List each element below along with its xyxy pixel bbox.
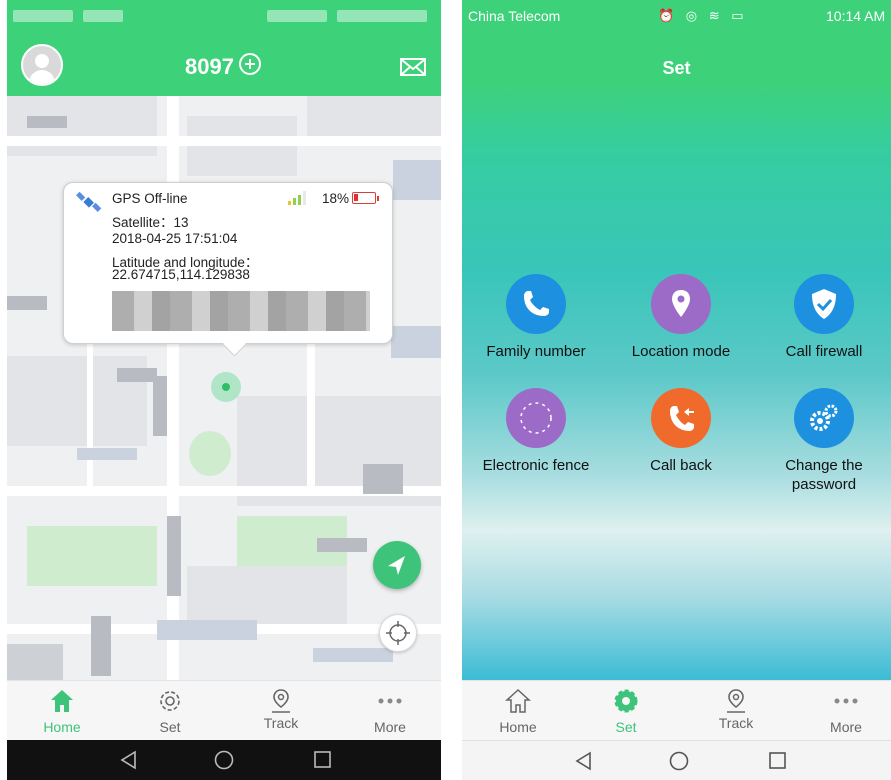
menu-call-firewall[interactable]: Call firewall (754, 274, 891, 394)
gear-icon (612, 687, 640, 715)
tab-home[interactable]: Home (468, 681, 568, 741)
track-pin-icon (267, 687, 295, 715)
home-screen: 8097 GPS Off-line 18% Satellite：13 2018-… (7, 0, 441, 780)
tab-more[interactable]: More (796, 681, 891, 741)
fence-circle-icon (506, 388, 566, 448)
tab-track[interactable]: Track (231, 681, 331, 741)
map-view[interactable]: GPS Off-line 18% Satellite：13 2018-04-25… (7, 96, 441, 680)
carrier-name: China Telecom (468, 8, 561, 24)
menu-call-back[interactable]: Call back (611, 388, 751, 508)
page-title: Set (662, 58, 691, 78)
clock: 10:14 AM (826, 8, 886, 24)
avatar[interactable] (21, 44, 63, 86)
add-device-icon[interactable] (239, 53, 261, 75)
system-nav-bar (7, 740, 441, 780)
status-bar (7, 0, 441, 34)
recents-icon[interactable] (768, 751, 788, 771)
back-icon[interactable] (119, 750, 139, 770)
back-icon[interactable] (574, 751, 594, 771)
navigation-arrow-icon (388, 556, 405, 575)
battery-icon (352, 192, 379, 204)
mail-icon[interactable] (400, 58, 426, 76)
bottom-tab-bar: Home Set Track More (7, 680, 441, 740)
latlng-value: 22.674715,114.129838 (112, 267, 250, 282)
home-circle-icon[interactable] (668, 750, 690, 772)
satellite-count: Satellite：13 (112, 215, 189, 230)
address-redacted (112, 291, 370, 331)
gear-icon (156, 687, 184, 715)
shield-check-icon (794, 274, 854, 334)
menu-location-mode[interactable]: Location mode (611, 274, 751, 394)
tab-set[interactable]: Set (120, 681, 220, 741)
settings-screen: China Telecom ⏰ ◎ ≋ ▭ 10:14 AM Set Famil… (462, 0, 891, 780)
home-icon (504, 687, 532, 715)
home-icon (48, 687, 76, 715)
location-pin-icon (651, 274, 711, 334)
navigate-button[interactable] (373, 541, 421, 589)
tab-home[interactable]: Home (12, 681, 112, 741)
more-dots-icon (832, 687, 860, 715)
menu-family-number[interactable]: Family number (466, 274, 606, 394)
last-update-time: 2018-04-25 17:51:04 (112, 231, 238, 246)
device-location-marker[interactable] (211, 372, 241, 402)
top-bar: 8097 (7, 34, 441, 96)
recents-icon[interactable] (313, 750, 333, 770)
tab-more[interactable]: More (340, 681, 440, 741)
device-id[interactable]: 8097 (185, 54, 234, 80)
more-dots-icon (376, 687, 404, 715)
tab-set[interactable]: Set (576, 681, 676, 741)
tab-track[interactable]: Track (686, 681, 786, 741)
gps-status: GPS Off-line (112, 191, 188, 206)
device-info-popup[interactable]: GPS Off-line 18% Satellite：13 2018-04-25… (63, 182, 393, 344)
home-circle-icon[interactable] (213, 750, 235, 772)
phone-icon (506, 274, 566, 334)
satellite-icon (76, 191, 102, 213)
locate-me-button[interactable] (379, 614, 417, 652)
callback-icon (651, 388, 711, 448)
menu-electronic-fence[interactable]: Electronic fence (466, 388, 606, 508)
menu-change-password[interactable]: Change the password (754, 388, 891, 508)
track-pin-icon (722, 687, 750, 715)
status-icons: ⏰ ◎ ≋ ▭ (658, 8, 748, 23)
crosshair-icon (386, 621, 410, 645)
signal-icon (288, 191, 310, 205)
system-nav-bar (462, 740, 891, 780)
battery-percent: 18% (322, 191, 350, 206)
bottom-tab-bar: Home Set Track More (462, 680, 891, 740)
gears-icon (794, 388, 854, 448)
